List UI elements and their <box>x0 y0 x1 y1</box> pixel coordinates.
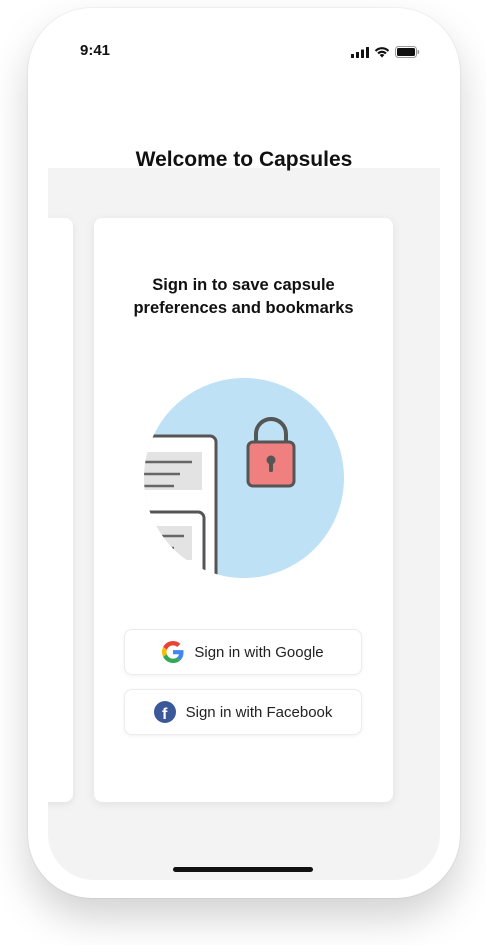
page-title: Welcome to Capsules <box>135 148 353 171</box>
facebook-sign-in-button[interactable]: f Sign in with Facebook <box>124 689 362 735</box>
google-button-label: Sign in with Google <box>194 643 324 661</box>
status-time: 9:41 <box>80 42 111 59</box>
app-screen: 9:41 Welcome to Capsules Sign in to save… <box>48 28 440 880</box>
documents-lock-illustration <box>144 378 344 578</box>
previous-card[interactable] <box>48 218 73 802</box>
facebook-button-label: Sign in with Facebook <box>185 703 333 721</box>
facebook-icon: f <box>153 701 176 723</box>
sign-in-card: Sign in to save capsule preferences and … <box>94 218 393 802</box>
google-icon <box>162 641 184 663</box>
phone-frame: 9:41 Welcome to Capsules Sign in to save… <box>28 8 460 898</box>
google-sign-in-button[interactable]: Sign in with Google <box>124 629 362 675</box>
battery-icon <box>395 46 420 58</box>
signal-icon <box>351 46 369 58</box>
card-heading: Sign in to save capsule preferences and … <box>133 276 354 317</box>
status-bar: 9:41 <box>48 28 440 78</box>
wifi-icon <box>374 47 390 58</box>
home-indicator[interactable] <box>173 867 313 872</box>
status-icons <box>351 46 420 58</box>
